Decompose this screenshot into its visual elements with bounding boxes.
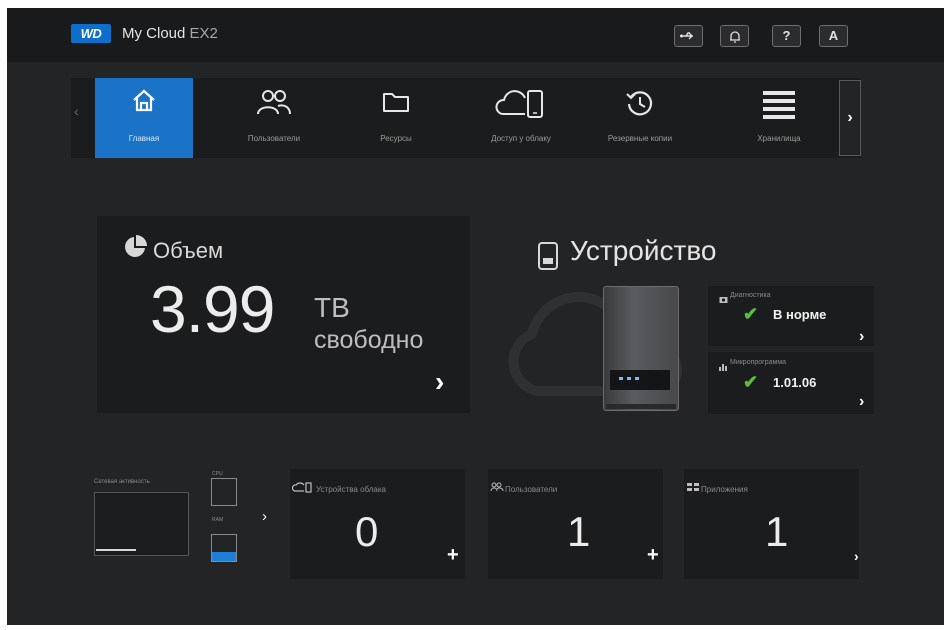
users-label: Пользователи <box>505 485 558 494</box>
apps-count: 1 <box>765 508 789 555</box>
users-icon <box>490 482 504 494</box>
diagnostics-icon <box>719 291 728 309</box>
nav-item-users[interactable]: Пользователи <box>225 78 323 158</box>
capacity-title: Объем <box>153 238 224 263</box>
product-name: My Cloud EX2 <box>122 25 218 42</box>
nav-label: Резервные копии <box>607 134 673 143</box>
users-icon <box>225 88 323 126</box>
help-icon: ? <box>782 28 791 43</box>
diagnostics-arrow[interactable]: › <box>859 328 864 346</box>
add-cloud-device-button[interactable]: + <box>447 544 459 567</box>
app-window: WD My Cloud EX2 ? A ‹ Главная Пользовате… <box>7 8 944 625</box>
nav-item-backups[interactable]: Резервные копии <box>591 78 689 158</box>
nas-device-image <box>603 286 679 411</box>
nas-front-panel <box>610 370 670 390</box>
nav-label: Пользователи <box>247 134 301 143</box>
nav-next-button[interactable]: › <box>839 80 861 156</box>
check-icon: ✔ <box>743 372 759 392</box>
nav-item-cloud-access[interactable]: Доступ у облаку <box>472 78 570 158</box>
firmware-label: Микропрограмма <box>730 359 787 366</box>
storage-icon <box>730 88 828 126</box>
firmware-arrow[interactable]: › <box>859 393 864 411</box>
diagnostics-label: Диагностика <box>730 292 771 299</box>
network-activity-graph <box>94 492 189 556</box>
bell-icon <box>729 31 741 46</box>
device-icon <box>537 241 559 276</box>
free-space-value: 3.99 <box>150 272 275 346</box>
pie-chart-icon <box>123 235 147 264</box>
nav-prev-arrow[interactable]: ‹ <box>74 103 79 119</box>
firmware-version: 1.01.06 <box>773 375 817 390</box>
add-user-button[interactable]: + <box>647 544 659 567</box>
nas-base <box>606 404 676 409</box>
folder-icon <box>347 88 445 126</box>
notifications-button[interactable] <box>720 25 749 47</box>
nav-item-shares[interactable]: Ресурсы <box>347 78 445 158</box>
cpu-label: CPU <box>212 471 223 477</box>
chart-bars-icon <box>719 358 728 376</box>
user-menu-button[interactable]: A <box>819 25 848 47</box>
nav-label: Ресурсы <box>380 134 412 143</box>
check-icon: ✔ <box>743 304 759 324</box>
help-button[interactable]: ? <box>772 25 801 47</box>
nav-label: Доступ у облаку <box>491 134 551 143</box>
apps-icon <box>686 482 700 494</box>
cloud-devices-count: 0 <box>355 508 379 555</box>
ram-gauge-fill <box>212 552 236 561</box>
cloud-device-icon <box>472 88 570 126</box>
capacity-details-arrow[interactable]: › <box>435 366 444 398</box>
users-count: 1 <box>567 508 591 555</box>
network-activity-arrow[interactable]: › <box>262 508 267 525</box>
usb-icon <box>680 29 697 44</box>
cloud-devices-label: Устройства облака <box>316 485 386 494</box>
network-activity-title: Сетевая активность <box>94 479 150 485</box>
user-icon: A <box>828 28 839 43</box>
ram-label: RAM <box>212 517 224 523</box>
history-icon <box>591 88 689 126</box>
nav-label: Хранилища <box>757 134 801 143</box>
product-model: EX2 <box>189 25 218 42</box>
product-main: My Cloud <box>122 25 186 42</box>
wd-logo: WD <box>71 24 111 43</box>
nas-led <box>635 377 639 380</box>
nav-label: Главная <box>128 134 160 143</box>
home-icon <box>95 88 193 126</box>
device-title: Устройство <box>570 235 717 266</box>
free-space-label: свободно <box>314 326 424 354</box>
nas-led <box>627 377 631 380</box>
apps-label: Приложения <box>701 485 748 494</box>
nav-item-home[interactable]: Главная <box>95 78 193 158</box>
cpu-gauge <box>211 478 237 506</box>
nav-item-storage[interactable]: Хранилища <box>730 78 828 158</box>
apps-arrow[interactable]: › <box>854 548 859 564</box>
diagnostics-status: В норме <box>773 307 827 322</box>
nas-led <box>619 377 623 380</box>
usb-button[interactable] <box>674 25 703 47</box>
cloud-device-icon <box>291 482 312 495</box>
network-activity-line <box>96 549 136 551</box>
free-space-unit: TB <box>314 292 350 323</box>
